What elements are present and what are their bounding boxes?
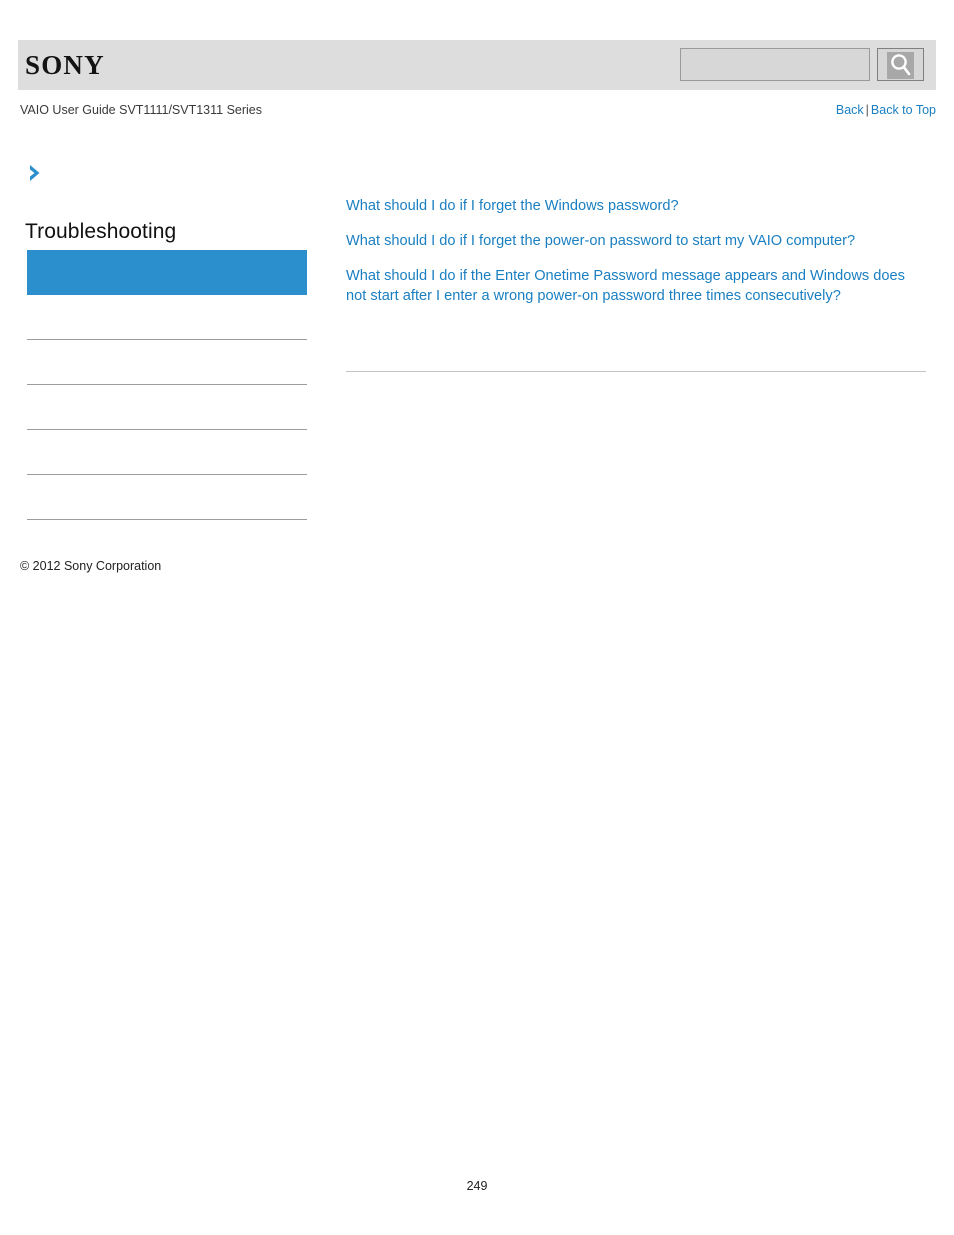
main-content: What should I do if I forget the Windows…: [346, 196, 926, 321]
chevron-right-icon: [30, 165, 40, 181]
search-input[interactable]: [680, 48, 870, 81]
page-number: 249: [466, 1179, 488, 1193]
breadcrumb: VAIO User Guide SVT1111/SVT1311 Series: [20, 103, 263, 117]
sony-logo: SONY: [25, 49, 105, 80]
sidebar-item-2[interactable]: [27, 385, 307, 430]
content-link-0[interactable]: What should I do if I forget the Windows…: [346, 196, 926, 216]
search-button[interactable]: [877, 48, 924, 81]
back-link[interactable]: Back: [836, 103, 864, 117]
sidebar-item-1[interactable]: [27, 340, 307, 385]
content-divider: [346, 371, 926, 372]
back-to-top-link[interactable]: Back to Top: [871, 103, 936, 117]
page-title: Troubleshooting: [25, 220, 177, 243]
sidebar-item-0[interactable]: [27, 295, 307, 340]
sidebar-item-3[interactable]: [27, 430, 307, 475]
content-link-1[interactable]: What should I do if I forget the power-o…: [346, 231, 926, 251]
search-icon: [891, 54, 911, 76]
nav-separator: |: [865, 103, 869, 117]
copyright-text: © 2012 Sony Corporation: [20, 559, 162, 573]
content-link-2[interactable]: What should I do if the Enter Onetime Pa…: [346, 266, 926, 306]
sidebar-item-active[interactable]: [27, 250, 307, 295]
sidebar-item-4[interactable]: [27, 475, 307, 520]
nav-links: Back | Back to Top: [836, 103, 936, 117]
